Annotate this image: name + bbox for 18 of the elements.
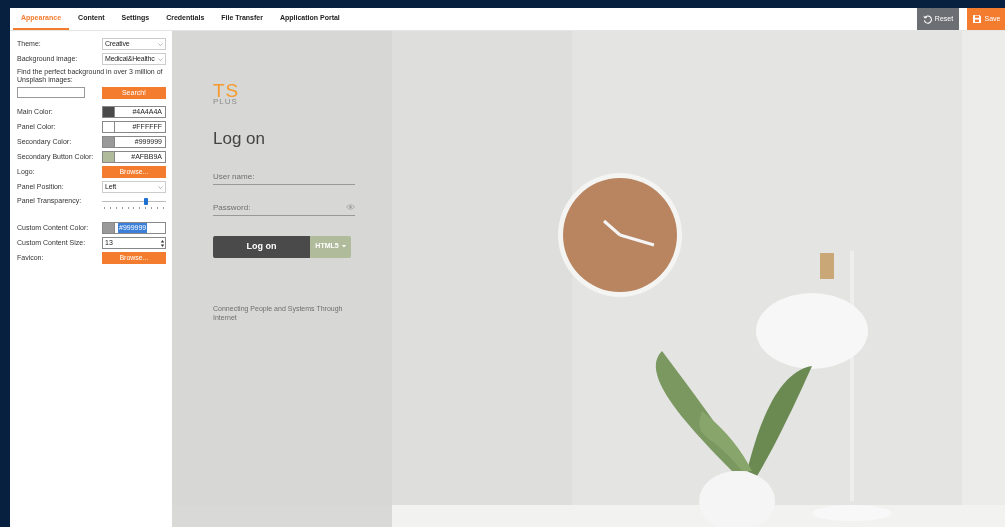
login-button[interactable]: Log on xyxy=(213,235,310,258)
caret-icon xyxy=(341,245,346,248)
spinner-arrows-icon[interactable] xyxy=(160,238,165,248)
chevron-down-icon xyxy=(158,185,163,189)
slider-thumb[interactable] xyxy=(143,198,148,205)
chevron-down-icon xyxy=(158,42,163,46)
slider[interactable] xyxy=(102,198,166,205)
search-field[interactable] xyxy=(17,87,85,98)
reset-icon xyxy=(922,14,932,24)
slider-tick xyxy=(104,207,105,209)
slider-tick xyxy=(157,207,158,209)
login-title: Log on xyxy=(213,128,266,150)
logo-subtext: PLUS xyxy=(213,98,239,106)
save-icon xyxy=(971,14,982,24)
password-field[interactable]: Password: xyxy=(213,199,346,215)
logo-text: TS xyxy=(213,81,241,100)
chevron-down-icon xyxy=(158,57,163,61)
username-field[interactable]: User name: xyxy=(213,168,355,185)
